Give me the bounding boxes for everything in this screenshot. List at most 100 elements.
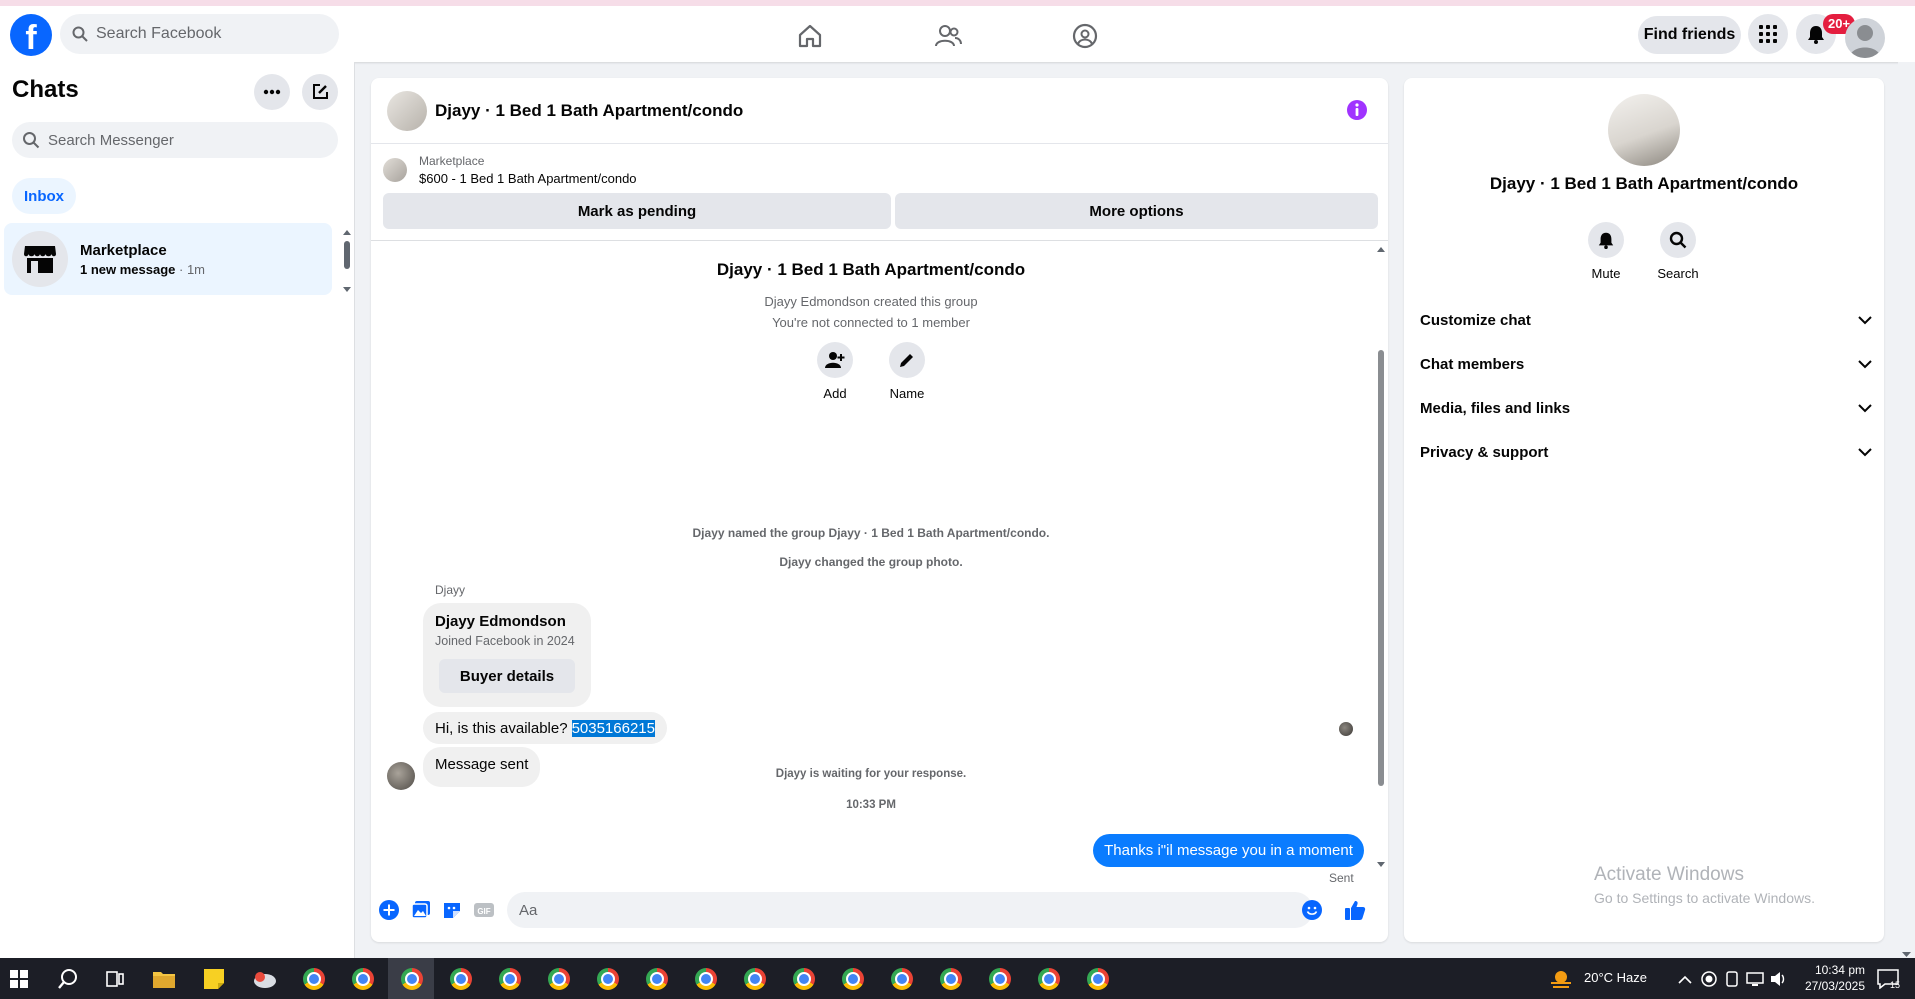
thread-scrollbar[interactable] [1374,242,1388,872]
buyer-joined: Joined Facebook in 2024 [435,634,575,648]
chrome-icon[interactable] [742,966,768,992]
more-options-icon[interactable] [254,74,290,110]
facebook-logo-icon[interactable]: f [10,14,52,56]
name-group-button[interactable]: Name [872,342,942,401]
profile-avatar[interactable] [1845,18,1885,58]
chrome-icon[interactable] [1036,966,1062,992]
search-icon[interactable] [55,966,81,992]
facebook-search-input[interactable]: Search Facebook [60,14,339,54]
section-label: Customize chat [1420,311,1531,329]
clock-date: 27/03/2025 [1804,979,1865,993]
marketplace-store-icon [12,231,68,287]
chrome-icon[interactable] [938,966,964,992]
mark-as-pending-button[interactable]: Mark as pending [383,193,891,229]
waiting-notice: Djayy is waiting for your response. [775,768,967,780]
emoji-icon[interactable] [1299,897,1325,923]
file-explorer-icon[interactable] [151,966,177,992]
chrome-icon[interactable] [448,966,474,992]
windows-start-icon[interactable] [6,966,32,992]
chat-time: · 1m [179,261,206,277]
add-member-button[interactable]: Add [800,342,870,401]
chrome-icon[interactable] [644,966,670,992]
marketplace-listing-banner[interactable]: Marketplace $600 - 1 Bed 1 Bath Apartmen… [383,154,637,186]
conversation-header: Djayy · 1 Bed 1 Bath Apartment/condo [371,78,1388,144]
chrome-icon[interactable] [693,966,719,992]
media-files-links-section[interactable]: Media, files and links [1420,390,1872,426]
plus-circle-icon[interactable] [376,897,402,923]
chat-name: Marketplace [80,241,167,259]
group-avatar[interactable] [387,90,427,131]
system-message-photo: Djayy changed the group photo. [779,555,963,569]
weather-text[interactable]: 20°C Haze [1584,970,1647,985]
mute-label: Mute [1591,266,1621,281]
info-icon[interactable] [1346,99,1368,121]
chrome-icon[interactable] [497,966,523,992]
chat-list-item[interactable]: Marketplace 1 new message · 1m [4,223,332,295]
group-photo[interactable] [1608,94,1680,166]
section-label: Chat members [1420,355,1525,373]
add-label: Add [823,386,847,401]
chrome-icon[interactable] [399,966,425,992]
buyer-name: Djayy Edmondson [435,613,566,630]
find-friends-button[interactable]: Find friends [1638,16,1741,54]
phone-number-selected[interactable]: 5035166215 [571,719,655,737]
weather-app-icon[interactable] [251,966,277,992]
incoming-message[interactable]: Message sent [423,747,541,787]
sent-status: Sent [1329,871,1354,885]
groups-icon[interactable] [1069,20,1101,52]
messenger-search-input[interactable]: Search Messenger [12,122,338,158]
friends-icon[interactable] [932,20,964,52]
search-in-conversation-button[interactable]: Search [1643,222,1713,281]
conversation-title[interactable]: Djayy · 1 Bed 1 Bath Apartment/condo [435,101,743,121]
chrome-icon[interactable] [301,966,327,992]
chevron-up-icon[interactable] [1672,966,1698,992]
buyer-details-button[interactable]: Buyer details [439,659,575,693]
new-message-icon[interactable] [302,74,338,110]
chrome-icon[interactable] [350,966,376,992]
customize-chat-section[interactable]: Customize chat [1420,302,1872,338]
outgoing-message[interactable]: Thanks i"il message you in a moment [1093,834,1364,867]
read-receipt-avatar [1339,722,1353,736]
notification-count: 15 [1890,980,1901,990]
like-thumb-icon[interactable] [1342,897,1368,923]
messenger-search-placeholder: Search Messenger [48,131,174,149]
windows-taskbar: 20°C Haze 10:34 pm 27/03/2025 15 [0,958,1915,999]
system-clock[interactable]: 10:34 pm 27/03/2025 [1787,962,1865,994]
chrome-icon[interactable] [546,966,572,992]
sticker-icon[interactable] [439,897,465,923]
incoming-message[interactable]: Hi, is this available? 5035166215 [423,712,667,744]
task-view-icon[interactable] [102,966,128,992]
gif-icon[interactable]: GIF [471,897,497,923]
privacy-support-section[interactable]: Privacy & support [1420,434,1872,470]
home-icon[interactable] [794,20,826,52]
menu-grid-icon[interactable] [1748,14,1788,54]
add-person-icon [825,352,845,368]
network-icon[interactable] [1742,966,1768,992]
page-scrollbar[interactable] [1898,62,1915,958]
chrome-icon[interactable] [987,966,1013,992]
chat-members-section[interactable]: Chat members [1420,346,1872,382]
search-icon [1669,231,1687,249]
tab-inbox[interactable]: Inbox [12,178,76,214]
chevron-down-icon [1858,359,1872,368]
search-icon [23,132,40,149]
message-input[interactable]: Aa [507,892,1313,928]
name-label: Name [889,386,925,401]
chrome-icon[interactable] [595,966,621,992]
bell-icon [1598,232,1614,249]
photo-icon[interactable] [408,897,434,923]
watermark-title: Activate Windows [1594,864,1744,885]
sticky-notes-icon[interactable] [201,966,227,992]
chat-list-scrollbar[interactable] [340,227,354,295]
system-message-named: Djayy named the group Djayy · 1 Bed 1 Ba… [692,526,1050,540]
sender-name: Djayy [435,583,466,597]
listing-title: $600 - 1 Bed 1 Bath Apartment/condo [419,171,637,186]
more-options-button[interactable]: More options [895,193,1378,229]
chrome-icon[interactable] [1085,966,1111,992]
chrome-icon[interactable] [840,966,866,992]
chat-info-panel: Djayy · 1 Bed 1 Bath Apartment/condo Mut… [1404,78,1884,942]
chrome-icon[interactable] [889,966,915,992]
mute-button[interactable]: Mute [1571,222,1641,281]
weather-sun-icon[interactable] [1548,966,1574,992]
chrome-icon[interactable] [791,966,817,992]
